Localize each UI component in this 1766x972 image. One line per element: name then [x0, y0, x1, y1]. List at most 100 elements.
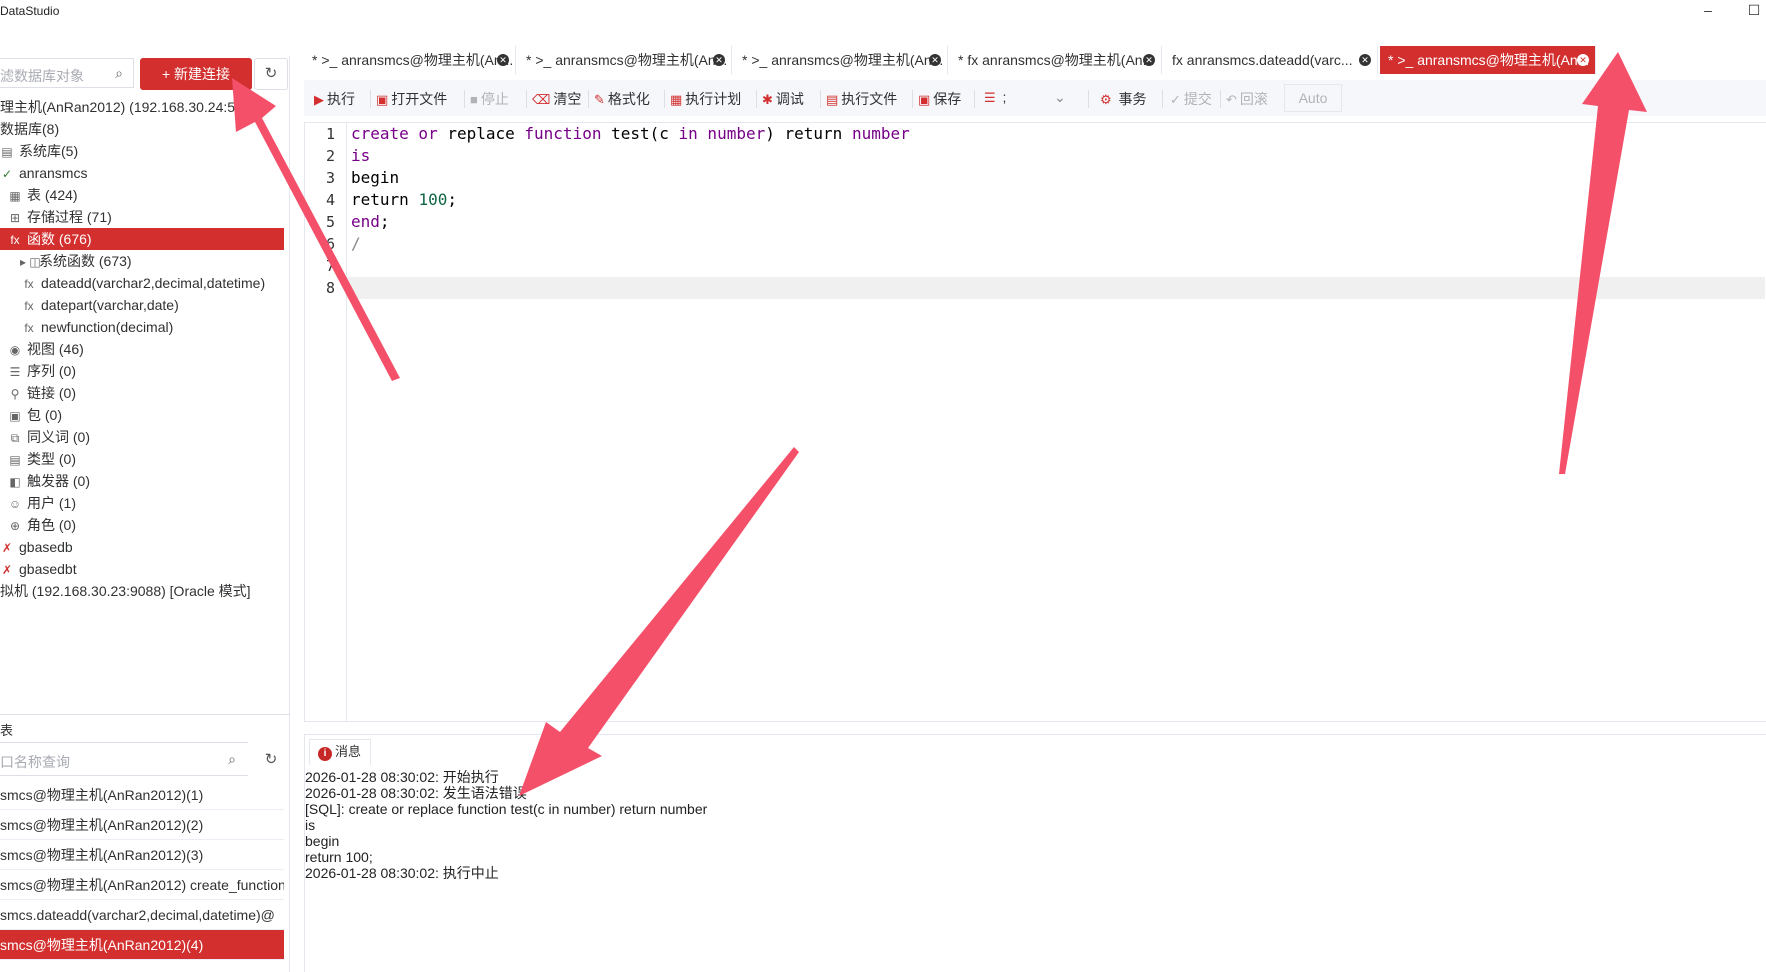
editor-tab-active[interactable]: * >_ anransmcs@物理主机(An... ✕ [1380, 46, 1596, 74]
editor-tab[interactable]: * >_ anransmcs@物理主机(An... ✕ [518, 46, 732, 74]
tree-node-icon: ▸ ◫ [20, 255, 41, 269]
tree-node[interactable]: ▦ 表 (424) [8, 184, 77, 206]
chevron-down-icon[interactable]: ⌄ [1054, 89, 1066, 106]
separator [588, 90, 589, 108]
clear-button[interactable]: ⌫ 清空 [532, 89, 581, 109]
tree-node[interactable]: 拟机 (192.168.30.23:9088) [Oracle 模式] [0, 580, 251, 602]
new-connection-button[interactable]: + 新建连接 [140, 58, 252, 90]
rollback-label: 回滚 [1239, 91, 1268, 107]
refresh-icon[interactable]: ↻ [254, 58, 288, 90]
commit-button[interactable]: ✓ 提交 [1170, 89, 1212, 109]
tree-node[interactable]: ▤ 类型 (0) [8, 448, 76, 470]
separator [664, 90, 665, 108]
run-file-label: 执行文件 [841, 91, 898, 107]
refresh-icon[interactable]: ↻ [254, 746, 288, 776]
rollback-button[interactable]: ↶ 回滚 [1226, 89, 1268, 109]
message-panel: i 消息 2026-01-28 08:30:02: 开始执行 2026-01-28… [304, 734, 1766, 972]
history-item[interactable]: smcs.dateadd(varchar2,decimal,datetime)@ [0, 900, 284, 930]
message-line: 2026-01-28 08:30:02: 执行中止 [305, 865, 499, 881]
tree-node-icon: ▣ [9, 409, 21, 423]
search-icon[interactable]: ⌕ [228, 751, 236, 768]
separator [1162, 90, 1163, 108]
close-icon[interactable]: ✕ [1577, 54, 1589, 66]
format-button[interactable]: ✎ 格式化 [594, 89, 650, 109]
open-file-button[interactable]: ▣ 打开文件 [376, 89, 447, 109]
separator [756, 90, 757, 108]
tree-node[interactable]: ⚲ 链接 (0) [8, 382, 76, 404]
separator [912, 90, 913, 108]
tab-label: * >_ anransmcs@物理主机(An... [742, 52, 944, 68]
history-item[interactable]: smcs@物理主机(AnRan2012) create_function [0, 870, 284, 900]
tree-node[interactable]: ✗ gbasedb [0, 536, 73, 558]
editor-tab[interactable]: * >_ anransmcs@物理主机(An... ✕ [734, 46, 948, 74]
message-line: 2026-01-28 08:30:02: 开始执行 [305, 769, 499, 785]
delimiter-select[interactable]: ☰ ; [984, 89, 1006, 106]
tree-node-label: 角色 (0) [27, 517, 76, 533]
tree-node-icon: ▤ [1, 145, 13, 159]
save-button[interactable]: ▣ 保存 [918, 89, 961, 109]
run-label: 执行 [327, 91, 355, 107]
message-line: return 100; [305, 849, 373, 865]
auto-commit-toggle[interactable]: Auto [1284, 84, 1342, 112]
explain-plan-button[interactable]: ▦ 执行计划 [670, 89, 741, 109]
close-icon[interactable]: ✕ [497, 54, 509, 66]
editor-tab[interactable]: * fx anransmcs@物理主机(An... ✕ [950, 46, 1162, 74]
maximize-button[interactable]: ☐ [1744, 2, 1764, 19]
debug-button[interactable]: ✱ 调试 [762, 89, 804, 109]
tree-node[interactable]: ☰ 序列 (0) [8, 360, 76, 382]
history-item[interactable]: smcs@物理主机(AnRan2012)(3) [0, 840, 284, 870]
history-item[interactable]: smcs@物理主机(AnRan2012)(2) [0, 810, 284, 840]
tree-node-label: 类型 (0) [27, 451, 76, 467]
tree-node[interactable]: ▤ 系统库(5) [0, 140, 78, 162]
sql-editor[interactable]: 1 2 3 4 5 6 7 8 create or replace functi… [304, 122, 1766, 722]
run-button[interactable]: ▶ 执行 [314, 89, 355, 109]
history-item[interactable]: smcs@物理主机(AnRan2012)(4) [0, 930, 284, 960]
tree-node-icon: ◉ [9, 343, 21, 357]
stop-button[interactable]: ■ 停止 [470, 89, 509, 109]
close-icon[interactable]: ✕ [929, 54, 941, 66]
close-icon[interactable]: ✕ [1143, 54, 1155, 66]
undo-icon: ↶ [1226, 92, 1237, 107]
search-icon[interactable]: ⌕ [115, 65, 123, 82]
history-search-input[interactable]: 口名称查询 ⌕ [0, 742, 248, 776]
clear-label: 清空 [553, 91, 582, 107]
tree-node-label: 系统库(5) [19, 143, 79, 159]
tree-node-label: gbasedb [19, 539, 73, 555]
plus-icon: + [161, 66, 175, 82]
tree-node[interactable]: fx 函数 (676) [0, 228, 284, 250]
tree-node[interactable]: ◉ 视图 (46) [8, 338, 84, 360]
tree-node[interactable]: ⧉ 同义词 (0) [8, 426, 90, 448]
tree-node[interactable]: 理主机(AnRan2012) (192.168.30.24:5258) [0, 96, 263, 118]
close-icon[interactable]: ✕ [713, 54, 725, 66]
tree-node-icon: ◧ [9, 475, 21, 489]
separator [974, 90, 975, 108]
tree-node[interactable]: fx newfunction(decimal) [22, 316, 173, 338]
editor-tab[interactable]: fx anransmcs.dateadd(varc... ✕ [1164, 46, 1378, 74]
tree-node-icon: fx [24, 277, 34, 291]
tree-node[interactable]: ⊕ 角色 (0) [8, 514, 76, 536]
editor-tab[interactable]: * >_ anransmcs@物理主机(An... ✕ [304, 46, 516, 74]
run-file-button[interactable]: ▤ 执行文件 [826, 89, 897, 109]
tree-node[interactable]: ✗ gbasedbt [0, 558, 77, 580]
history-search-placeholder: 口名称查询 [0, 754, 70, 770]
tree-node[interactable]: fx dateadd(varchar2,decimal,datetime) [22, 272, 265, 294]
tree-node[interactable]: ▸ ◫系统函数 (673) [20, 250, 132, 272]
tree-node[interactable]: ▣ 包 (0) [8, 404, 62, 426]
history-item[interactable]: smcs@物理主机(AnRan2012)(1) [0, 780, 284, 810]
message-line: begin [305, 833, 340, 849]
gear-icon: ⚙ [1100, 92, 1112, 107]
tree-node[interactable]: fx datepart(varchar,date) [22, 294, 178, 316]
tree-node[interactable]: ◧ 触发器 (0) [8, 470, 90, 492]
tree-node[interactable]: ☺ 用户 (1) [8, 492, 76, 514]
tree-node[interactable]: ✓ anransmcs [0, 162, 88, 184]
tree-node[interactable]: 数据库(8) [0, 118, 59, 140]
tab-messages[interactable]: i 消息 [309, 739, 371, 765]
close-icon[interactable]: ✕ [1359, 54, 1371, 66]
object-search-input[interactable]: 滤数据库对象 ⌕ [0, 58, 134, 88]
keyword: function [514, 124, 602, 143]
tree-node-label: anransmcs [19, 165, 88, 181]
minimize-button[interactable]: – [1698, 2, 1718, 18]
tree-node[interactable]: ⊞ 存储过程 (71) [8, 206, 112, 228]
tree-node-icon: fx [10, 233, 20, 247]
transaction-button[interactable]: ⚙ 事务 [1100, 89, 1147, 109]
